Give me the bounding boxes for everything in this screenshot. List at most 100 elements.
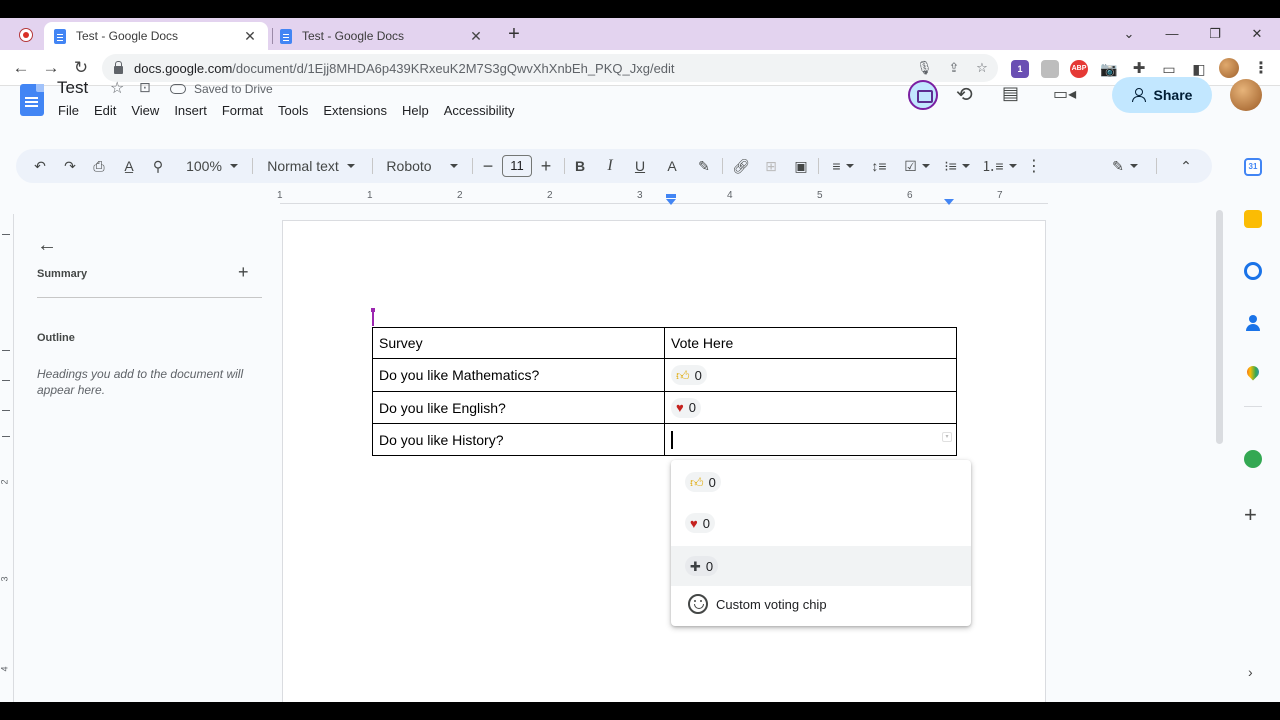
menu-tools[interactable]: Tools — [278, 103, 308, 118]
voting-chip[interactable]: 👍︎ 0 — [671, 365, 707, 385]
tasks-icon[interactable] — [1244, 262, 1262, 280]
camera-icon[interactable]: 📷 — [1100, 60, 1118, 78]
share-button[interactable]: Share — [1112, 77, 1212, 113]
comments-icon[interactable]: ▤ — [1002, 83, 1019, 104]
first-line-indent-handle[interactable] — [666, 194, 676, 198]
star-icon[interactable]: ☆ — [110, 78, 124, 98]
text-color-button[interactable]: A — [662, 149, 682, 183]
menu-item-plus[interactable]: ✚ 0 — [671, 546, 971, 586]
table-cell[interactable]: Do you like Mathematics? — [372, 358, 665, 392]
increase-font-size-icon[interactable]: + — [536, 149, 556, 183]
keep-icon[interactable] — [1244, 210, 1262, 228]
print-icon[interactable]: ⎙ — [89, 149, 109, 183]
bold-button[interactable]: B — [570, 149, 590, 183]
tab-search-chevron-icon[interactable]: ⌄ — [1117, 24, 1141, 44]
right-indent-handle[interactable] — [944, 199, 954, 205]
maps-icon[interactable] — [1244, 363, 1262, 384]
tab-active[interactable]: Test - Google Docs ✕ — [44, 22, 268, 50]
menu-accessibility[interactable]: Accessibility — [444, 103, 515, 118]
calendar-icon[interactable]: 31 — [1244, 158, 1262, 176]
move-folder-icon[interactable]: ⊡ — [139, 79, 151, 96]
menu-extensions[interactable]: Extensions — [323, 103, 387, 118]
present-icon[interactable] — [908, 80, 938, 110]
highlight-icon[interactable]: ✎ — [694, 149, 714, 183]
font-select[interactable]: Roboto — [384, 149, 460, 183]
spellcheck-icon[interactable]: A̲ — [119, 149, 139, 183]
addon-icon[interactable] — [1244, 450, 1262, 468]
editing-mode-select[interactable]: ✎ — [1108, 149, 1142, 183]
account-avatar[interactable] — [1230, 79, 1262, 111]
redo-icon[interactable]: ↷ — [60, 149, 80, 183]
reload-icon[interactable]: ↻ — [70, 57, 92, 79]
menu-edit[interactable]: Edit — [94, 103, 116, 118]
tab-close-icon[interactable]: ✕ — [242, 28, 258, 44]
profile-avatar-icon[interactable] — [1219, 58, 1239, 78]
document-scrollbar[interactable] — [1216, 210, 1223, 444]
table-cell[interactable]: Vote Here — [664, 327, 957, 359]
menu-insert[interactable]: Insert — [174, 103, 207, 118]
share-page-icon[interactable]: ⇪ — [946, 60, 962, 76]
paragraph-style-select[interactable]: Normal text — [262, 149, 360, 183]
forward-arrow-icon[interactable]: → — [40, 57, 62, 79]
version-history-icon[interactable]: ⟲ — [956, 82, 973, 107]
table-cell[interactable]: 👍︎ 0 — [664, 358, 957, 392]
tab-close-icon[interactable]: ✕ — [468, 28, 484, 44]
voting-chip[interactable]: ♥ 0 — [671, 397, 701, 418]
side-panel-icon[interactable]: ◧ — [1190, 60, 1208, 78]
table-cell[interactable]: Do you like English? — [372, 391, 665, 424]
line-spacing-icon[interactable]: ↕≡ — [868, 149, 890, 183]
tab-inactive[interactable]: Test - Google Docs ✕ — [270, 22, 494, 50]
align-select[interactable]: ≡ — [826, 149, 860, 183]
table-cell[interactable]: ♥ 0 — [664, 391, 957, 424]
add-summary-button[interactable]: + — [238, 262, 249, 283]
meet-video-icon[interactable]: ▭◂ — [1053, 84, 1076, 104]
get-addons-button[interactable]: + — [1244, 502, 1257, 528]
back-arrow-icon[interactable]: ← — [10, 57, 32, 79]
insert-link-icon[interactable]: 🔗︎ — [730, 149, 752, 183]
undo-icon[interactable]: ↶ — [30, 149, 50, 183]
address-bar[interactable]: docs.google.com/document/d/1Ejj8MHDA6p43… — [102, 54, 998, 82]
close-outline-arrow-icon[interactable]: ← — [37, 234, 57, 257]
cell-menu-chevron-icon[interactable]: ▾ — [942, 432, 952, 442]
menu-view[interactable]: View — [131, 103, 159, 118]
collapse-toolbar-icon[interactable]: ⌃ — [1176, 149, 1196, 183]
show-side-panel-chevron-icon[interactable]: › — [1248, 664, 1253, 680]
menu-format[interactable]: Format — [222, 103, 263, 118]
underline-button[interactable]: U — [630, 149, 650, 183]
decrease-font-size-icon[interactable]: − — [478, 149, 498, 183]
paint-format-icon[interactable]: ⚲ — [148, 149, 168, 183]
checklist-select[interactable]: ☑ — [900, 149, 934, 183]
restore-button[interactable]: ❐ — [1203, 24, 1227, 44]
bulleted-list-select[interactable]: ⁝≡ — [940, 149, 974, 183]
microphone-icon[interactable]: 🎙 — [916, 60, 933, 76]
menu-item-custom-chip[interactable]: Custom voting chip — [671, 586, 971, 622]
menu-file[interactable]: File — [58, 103, 79, 118]
italic-button[interactable]: I — [600, 149, 620, 183]
minimize-button[interactable]: — — [1160, 24, 1184, 44]
contacts-icon[interactable] — [1244, 314, 1262, 332]
font-size-input[interactable]: 11 — [502, 155, 532, 177]
save-status[interactable]: Saved to Drive — [170, 82, 273, 96]
add-comment-icon[interactable]: ⊞ — [761, 149, 781, 183]
puzzle-icon[interactable]: ✚ — [1130, 60, 1148, 78]
left-indent-handle[interactable] — [666, 199, 676, 205]
survey-table[interactable]: Survey Vote Here Do you like Mathematics… — [372, 327, 957, 456]
extension-icon[interactable] — [1041, 60, 1059, 78]
extension-badge-icon[interactable]: 1 — [1011, 60, 1029, 78]
horizontal-ruler[interactable]: 1 1 2 2 3 4 5 6 7 — [277, 190, 1048, 204]
table-cell[interactable]: Do you like History? — [372, 423, 665, 456]
insert-image-icon[interactable]: ▣ — [791, 149, 811, 183]
new-tab-button[interactable]: + — [504, 24, 524, 45]
menu-item-thumbs-up[interactable]: 👍︎ 0 — [671, 462, 971, 502]
document-title[interactable]: Test — [57, 78, 88, 98]
docs-logo-icon[interactable] — [20, 84, 44, 116]
bookmark-star-icon[interactable]: ☆ — [974, 60, 990, 76]
menu-help[interactable]: Help — [402, 103, 429, 118]
numbered-list-select[interactable]: ⒈≡ — [981, 149, 1017, 183]
close-window-button[interactable]: ✕ — [1245, 24, 1269, 44]
vertical-ruler[interactable]: 2 3 4 — [0, 214, 14, 702]
kebab-menu-icon[interactable]: ⋮ — [1252, 60, 1270, 78]
menu-item-heart[interactable]: ♥ 0 — [671, 503, 971, 543]
more-options-icon[interactable]: ⋮ — [1024, 149, 1044, 183]
table-cell[interactable]: ▾ — [664, 423, 957, 456]
